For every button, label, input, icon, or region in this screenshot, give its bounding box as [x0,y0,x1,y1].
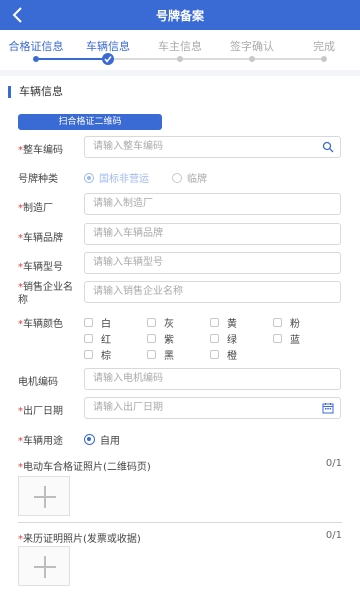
motor-label: 电机编码 [18,377,58,388]
usage-label: *车辆用途 [18,436,63,447]
color-option[interactable]: 黄 [210,315,237,330]
brand-label: *车辆品牌 [18,233,63,244]
model-label: *车辆型号 [18,262,63,273]
color-option[interactable]: 灰 [147,315,174,330]
section-title: 车辆信息 [8,86,63,98]
model-input[interactable]: 请输入车辆型号 [84,252,341,274]
plate-type-option-standard[interactable]: 国标非营运 [84,170,149,185]
radio-selected-icon [84,172,94,183]
color-option[interactable]: 紫 [147,331,174,346]
scan-qr-button[interactable]: 扫合格证二维码 [18,114,162,130]
color-option[interactable]: 粉 [273,315,300,330]
date-input[interactable]: 请输入出厂日期 [84,397,341,419]
maker-label: *制造厂 [18,203,53,214]
vin-label: *整车编码 [18,145,63,156]
step-dot-done [33,56,39,62]
step-vehicle: 车辆信息 [86,40,130,53]
motor-input[interactable]: 请输入电机编码 [84,368,341,390]
maker-input[interactable]: 请输入制造厂 [84,193,341,215]
color-label: *车辆颜色 [18,319,63,330]
radio-unselected-icon [172,172,182,183]
section-separator [0,70,360,76]
page-title: 号牌备案 [155,9,204,23]
step-dot-todo [249,56,255,62]
color-option[interactable]: 黑 [147,347,174,362]
divider [18,522,342,523]
step-track-todo [108,58,324,60]
radio-selected-icon [84,434,95,445]
search-icon[interactable] [322,141,334,153]
top-bar: 号牌备案 [0,0,360,30]
upload-count: 0/1 [325,530,342,541]
step-dot-todo [177,56,183,62]
step-finish: 完成 [313,40,335,53]
seller-label: *销售企业名称 [18,282,73,306]
step-dot-todo [321,56,327,62]
vin-input[interactable]: 请输入整车编码 [84,136,341,158]
date-label: *出厂日期 [18,406,63,417]
step-owner: 车主信息 [158,40,202,53]
step-track-done [36,58,108,60]
color-option[interactable]: 白 [84,315,111,330]
upload-count: 0/1 [325,458,342,469]
color-option[interactable]: 红 [84,331,111,346]
color-option[interactable]: 橙 [210,347,237,362]
step-sign: 签字确认 [230,40,274,53]
upload-title: *来历证明照片(发票或收据) [18,534,141,545]
plate-type-label: 号牌种类 [18,174,58,185]
plate-type-option-temporary[interactable]: 临牌 [172,170,207,185]
step-certificate: 合格证信息 [8,40,64,53]
upload-title: *电动车合格证照片(二维码页) [18,462,151,473]
color-option[interactable]: 棕 [84,347,111,362]
color-option[interactable]: 蓝 [273,331,300,346]
add-photo-button[interactable] [18,546,70,586]
usage-option-private[interactable]: 自用 [84,432,120,447]
calendar-icon[interactable] [322,402,334,414]
step-current-check-icon [102,53,114,65]
seller-input[interactable]: 请输入销售企业名称 [84,281,341,303]
color-option[interactable]: 绿 [210,331,237,346]
brand-input[interactable]: 请输入车辆品牌 [84,223,341,245]
add-photo-button[interactable] [18,476,70,516]
